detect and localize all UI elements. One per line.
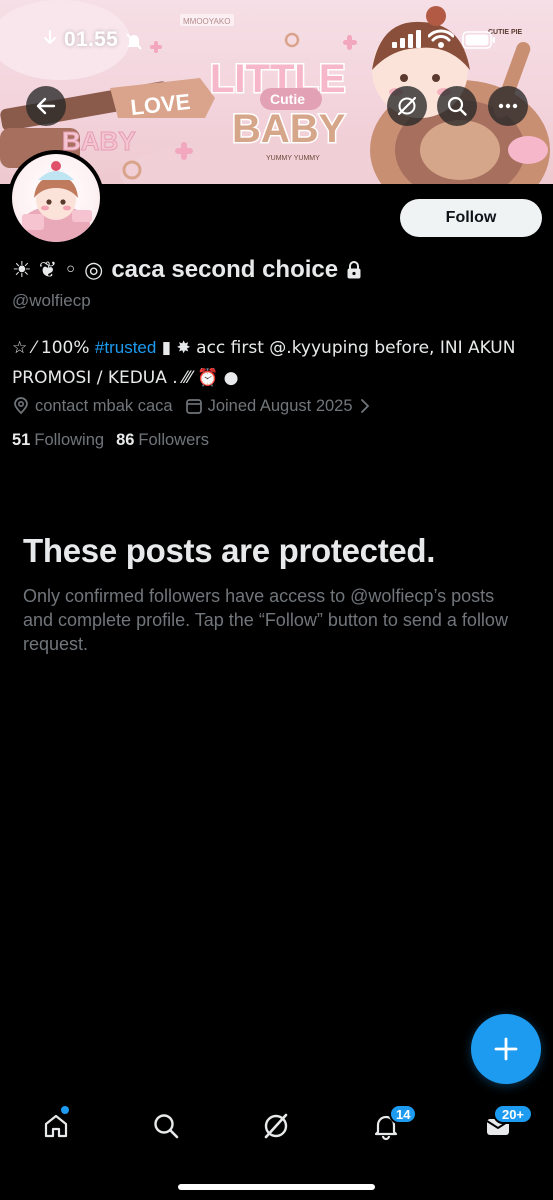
follow-button[interactable]: Follow — [400, 199, 542, 237]
search-icon — [154, 1114, 179, 1139]
svg-text:Cutie: Cutie — [270, 91, 305, 107]
home-icon — [44, 1114, 68, 1138]
more-horizontal-icon — [498, 103, 518, 109]
search-profile-button[interactable] — [437, 86, 477, 126]
following-label: Following — [34, 431, 105, 449]
followers-link[interactable]: 86 Followers — [116, 431, 209, 450]
profile-meta: contact mbak caca Joined August 2025 — [12, 394, 371, 418]
profile-bio: ☆ ⁄ 100% #trusted ▮ ✸ acc first @.kyyupi… — [12, 333, 542, 393]
joined-text: Joined August 2025 — [207, 396, 353, 415]
home-unread-dot — [61, 1106, 69, 1114]
status-time: 01.55 — [64, 28, 119, 51]
plus-icon — [494, 1037, 518, 1061]
chevron-right-icon[interactable] — [359, 398, 371, 414]
arrow-left-icon — [36, 97, 56, 115]
profile-name-row: ☀ ❦ ◦ ◎ caca second choice — [12, 255, 362, 285]
battery-icon — [462, 31, 496, 54]
followers-count: 86 — [116, 431, 135, 449]
followers-label: Followers — [138, 431, 210, 449]
following-count: 51 — [12, 431, 31, 449]
more-options-button[interactable] — [488, 86, 528, 126]
grok-icon — [264, 1113, 288, 1139]
home-indicator — [178, 1184, 375, 1190]
profile-joined: Joined August 2025 — [185, 397, 353, 416]
notifications-badge: 14 — [389, 1104, 418, 1124]
profile-handle: @wolfiecp — [12, 291, 91, 310]
download-indicator-icon — [44, 30, 56, 45]
grok-icon — [397, 96, 417, 116]
profile-location: contact mbak caca — [12, 397, 173, 416]
status-bar: 01.55 — [0, 22, 553, 58]
search-icon — [447, 96, 467, 116]
location-text: contact mbak caca — [35, 396, 173, 415]
protected-lock-icon — [346, 260, 362, 280]
display-name: caca second choice — [111, 256, 339, 283]
avatar-artwork — [22, 161, 92, 242]
messages-badge: 20+ — [493, 1104, 533, 1124]
calendar-icon — [185, 399, 202, 414]
name-emoji-prefix: ☀ ❦ ◦ ◎ — [12, 257, 104, 283]
back-button[interactable] — [26, 86, 66, 126]
bio-text-start: ☆ ⁄ 100% — [12, 338, 95, 358]
location-pin-icon — [14, 397, 28, 415]
svg-text:YUMMY YUMMY: YUMMY YUMMY — [266, 155, 320, 162]
protected-posts-description: Only confirmed followers have access to … — [23, 586, 508, 654]
svg-text:BABY: BABY — [232, 107, 346, 151]
protected-posts-title: These posts are protected. — [23, 532, 436, 569]
follow-counts: 51 Following 86 Followers — [12, 431, 209, 450]
wifi-icon — [427, 29, 455, 54]
avatar-image — [12, 154, 100, 242]
nav-explore[interactable] — [148, 1108, 184, 1144]
bottom-navigation: 14 20+ — [0, 1100, 553, 1152]
following-link[interactable]: 51 Following — [12, 431, 104, 450]
compose-post-button[interactable] — [471, 1014, 541, 1084]
nav-grok[interactable] — [258, 1108, 294, 1144]
profile-avatar[interactable] — [8, 150, 104, 246]
profile-banner[interactable]: LOVE BABY MMOOYAKO LITTLE Cutie BABY YUM… — [0, 0, 553, 184]
nav-home[interactable] — [38, 1108, 74, 1144]
profile-screen: LOVE BABY MMOOYAKO LITTLE Cutie BABY YUM… — [0, 0, 553, 1200]
svg-text:BABY: BABY — [62, 126, 136, 156]
cellular-signal-icon — [392, 30, 422, 53]
bio-hashtag-link[interactable]: #trusted — [95, 338, 156, 357]
silent-mode-icon — [124, 31, 144, 56]
grok-button[interactable] — [387, 86, 427, 126]
